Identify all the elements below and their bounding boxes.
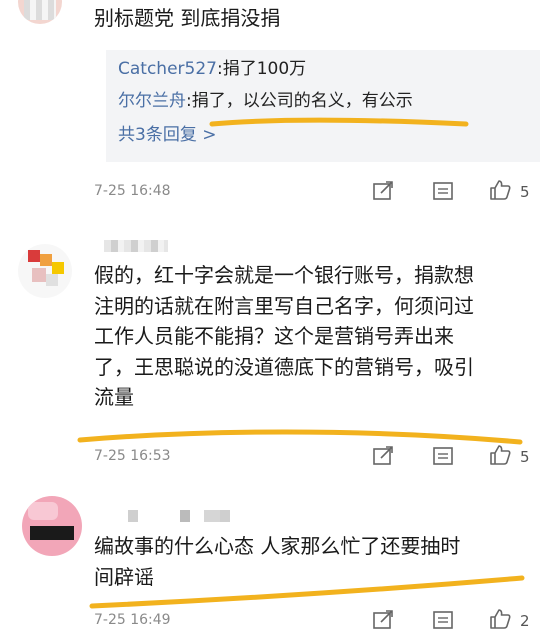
like-count: 5: [520, 448, 530, 466]
comment-line: 了，王思聪说的没道德底下的营销号，吸引: [94, 354, 474, 379]
comment-line: 假的，红十字会就是一个银行账号，捐款想: [94, 263, 474, 287]
avatar[interactable]: [18, 244, 72, 298]
timestamp: 7-25 16:53: [94, 448, 171, 464]
comment-text: 假的，红十字会就是一个银行账号，捐款想 注明的话就在附言里写自己名字，何须问过 …: [94, 260, 534, 413]
reply-item: 尔尔兰舟:捐了，以公司的名义，有公示: [118, 90, 413, 112]
timestamp: 7-25 16:48: [94, 183, 171, 199]
comment-text: 别标题党 到底捐没捐: [94, 6, 281, 30]
like-icon[interactable]: [488, 607, 512, 631]
comment-text: 编故事的什么心态 人家那么忙了还要抽时 间辟谣: [94, 531, 524, 593]
comment-line: 流量: [94, 385, 134, 409]
avatar[interactable]: [18, 0, 62, 24]
timestamp: 7-25 16:49: [94, 612, 171, 628]
highlight-underline: [77, 429, 523, 445]
share-icon[interactable]: [372, 446, 394, 466]
reply-username[interactable]: 尔尔兰舟: [118, 91, 186, 111]
username-blurred[interactable]: [128, 510, 238, 522]
like-count: 2: [520, 612, 530, 630]
avatar[interactable]: [22, 496, 82, 556]
reply-username[interactable]: Catcher527: [118, 59, 217, 79]
reply-text: 捐了100万: [222, 59, 307, 79]
more-replies-link[interactable]: 共3条回复 >: [118, 124, 216, 146]
like-icon[interactable]: [488, 443, 512, 467]
comment-line: 注明的话就在附言里写自己名字，何须问过: [94, 293, 474, 318]
comment-line: 编故事的什么心态 人家那么忙了还要抽时: [94, 534, 461, 558]
reply-item: Catcher527:捐了100万: [118, 58, 306, 80]
comment-line: 工作人员能不能捐？这个是营销号弄出来: [94, 324, 454, 348]
comment-icon[interactable]: [432, 610, 454, 630]
reply-box: Catcher527:捐了100万 尔尔兰舟:捐了，以公司的名义，有公示 共3条…: [106, 50, 540, 162]
username-blurred[interactable]: [104, 240, 168, 252]
share-icon[interactable]: [372, 610, 394, 630]
comment-icon[interactable]: [432, 446, 454, 466]
share-icon[interactable]: [372, 181, 394, 201]
reply-text: 捐了，以公司的名义，有公示: [191, 91, 413, 111]
like-icon[interactable]: [488, 178, 512, 202]
comment-icon[interactable]: [432, 181, 454, 201]
comment-line: 间辟谣: [94, 565, 154, 589]
like-count: 5: [520, 183, 530, 201]
